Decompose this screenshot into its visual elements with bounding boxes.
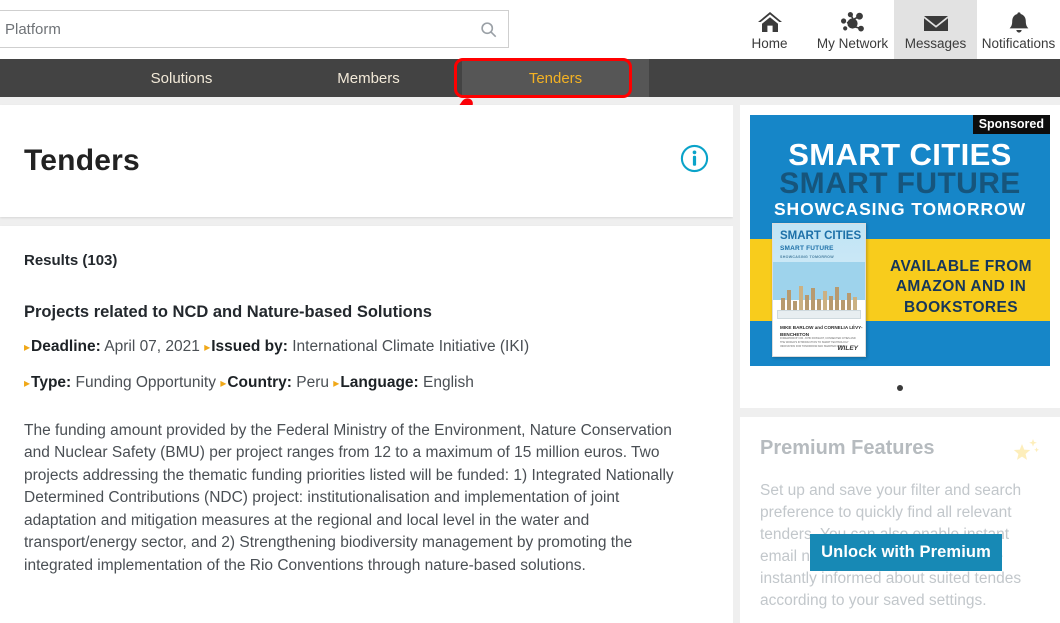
bell-icon: [1007, 8, 1031, 34]
home-icon: [757, 8, 783, 34]
main-content-column: Tenders Results (103) Projects related t…: [0, 105, 733, 623]
ad-availability-text: AVAILABLE FROM AMAZON AND IN BOOKSTORES: [890, 258, 1032, 316]
carousel-dot-1[interactable]: [897, 385, 903, 391]
nav-item-my-network[interactable]: My Network: [811, 0, 894, 59]
sidebar-column: Sponsored SMART CITIES SMART FUTURE SHOW…: [740, 105, 1060, 623]
search-input[interactable]: [0, 11, 468, 47]
page-title-card: Tenders: [0, 105, 733, 217]
meta-value-country: Peru: [296, 373, 329, 391]
sponsored-badge: Sponsored: [972, 115, 1050, 134]
search-icon[interactable]: [468, 21, 508, 38]
premium-header: Premium Features: [760, 437, 1040, 470]
meta-value-type: Funding Opportunity: [75, 373, 216, 391]
header-nav: Home My Network Messages Notifications: [728, 0, 1060, 59]
nav-item-messages[interactable]: Messages: [894, 0, 977, 59]
tender-meta-row-1: ▸Deadline: April 07, 2021 ▸Issued by: In…: [24, 337, 709, 358]
results-card: Results (103) Projects related to NCD an…: [0, 226, 733, 623]
results-count: Results (103): [24, 252, 118, 269]
nav-item-notifications[interactable]: Notifications: [977, 0, 1060, 59]
search-box[interactable]: [0, 10, 509, 48]
main-navbar: Solutions Members Tenders: [0, 59, 1060, 97]
envelope-icon: [922, 8, 950, 34]
ad-headline-3: SHOWCASING TOMORROW: [773, 199, 1027, 219]
meta-key-language: Language:: [340, 373, 419, 391]
network-icon: [839, 8, 867, 34]
tab-solutions[interactable]: Solutions: [88, 59, 275, 97]
premium-features-card: Premium Features Set up and save your fi…: [740, 417, 1060, 623]
ad-carousel-dots: [740, 378, 1060, 396]
nav-label-home: Home: [751, 36, 788, 51]
meta-key-deadline: Deadline:: [31, 338, 101, 355]
tender-title[interactable]: Projects related to NCD and Nature-based…: [24, 303, 709, 322]
book-title-line1: SMART CITIES: [780, 230, 862, 242]
ad-headline-2: SMART FUTURE: [779, 167, 1021, 200]
book-title-line2: SMART FUTURE: [780, 244, 834, 252]
premium-title: Premium Features: [760, 437, 935, 459]
triangle-bullet-icon: ▸: [220, 375, 227, 390]
meta-key-type: Type:: [31, 373, 72, 391]
meta-value-deadline: April 07, 2021: [104, 338, 200, 355]
meta-value-issued-by: International Climate Initiative (IKI): [292, 338, 530, 355]
sponsored-ad-card: Sponsored SMART CITIES SMART FUTURE SHOW…: [740, 105, 1060, 408]
tender-meta-row-2: ▸Type: Funding Opportunity ▸Country: Per…: [24, 373, 709, 394]
meta-key-issued-by: Issued by:: [211, 338, 288, 355]
nav-label-my-network: My Network: [816, 36, 889, 51]
tab-label-members: Members: [337, 69, 400, 87]
book-title-line3: SHOWCASING TOMORROW: [780, 254, 834, 259]
tab-members[interactable]: Members: [275, 59, 462, 97]
meta-value-language: English: [423, 373, 474, 391]
nav-tab-list: Solutions Members Tenders: [88, 59, 1060, 97]
triangle-bullet-icon: ▸: [24, 375, 31, 390]
tab-label-tenders: Tenders: [528, 69, 583, 87]
tender-description: The funding amount provided by the Feder…: [24, 421, 674, 574]
book-tablet-slab: [777, 310, 861, 319]
unlock-with-premium-button[interactable]: Unlock with Premium: [810, 534, 1002, 571]
triangle-bullet-icon: ▸: [204, 340, 211, 354]
nav-item-home[interactable]: Home: [728, 0, 811, 59]
triangle-bullet-icon: ▸: [24, 340, 31, 354]
app-root: Home My Network: [0, 0, 1060, 623]
book-cover-image: SMART CITIES SMART FUTURE SHOWCASING TOM…: [772, 223, 866, 357]
tab-label-solutions: Solutions: [150, 69, 213, 87]
nav-label-notifications: Notifications: [981, 36, 1056, 51]
ad-banner[interactable]: Sponsored SMART CITIES SMART FUTURE SHOW…: [750, 115, 1050, 366]
triangle-bullet-icon: ▸: [333, 375, 340, 390]
nav-label-messages: Messages: [904, 36, 967, 51]
star-sparkle-icon: [1010, 437, 1040, 470]
tab-tenders[interactable]: Tenders: [462, 59, 649, 97]
info-circle-icon[interactable]: [680, 144, 709, 178]
top-header: Home My Network: [0, 0, 1060, 59]
column-gutter: [733, 105, 740, 623]
book-publisher: WILEY: [837, 345, 858, 352]
meta-key-country: Country:: [227, 373, 292, 391]
book-city-illustration: [773, 282, 865, 312]
page-title: Tenders: [24, 144, 140, 177]
